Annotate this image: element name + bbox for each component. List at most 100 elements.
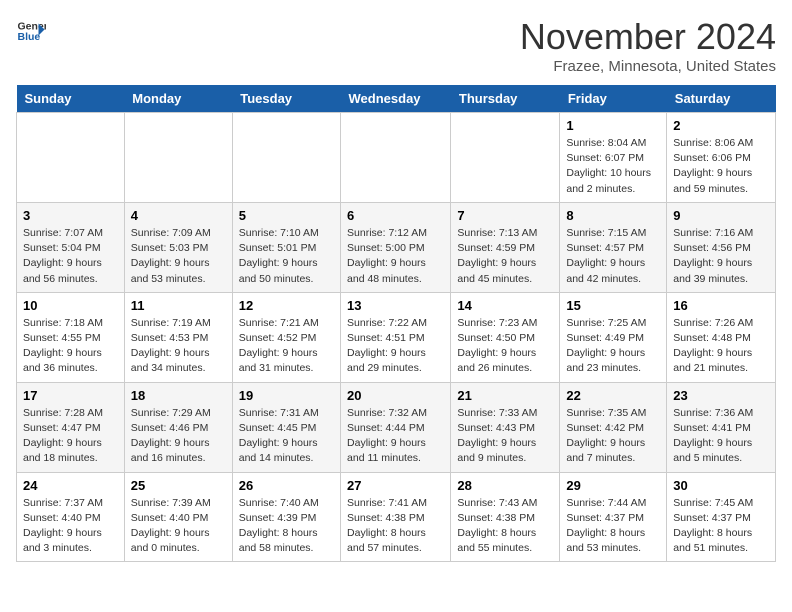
calendar-week-row: 24Sunrise: 7:37 AM Sunset: 4:40 PM Dayli… <box>17 472 776 562</box>
calendar-cell: 30 Sunrise: 7:45 AM Sunset: 4:37 PM Dayli… <box>667 472 776 562</box>
day-number: 17 <box>23 388 118 403</box>
calendar-cell <box>17 113 125 203</box>
calendar-cell: 18 Sunrise: 7:29 AM Sunset: 4:46 PM Dayli… <box>124 382 232 472</box>
calendar-cell: 5 Sunrise: 7:10 AM Sunset: 5:01 PM Daylig… <box>232 202 340 292</box>
calendar-week-row: 10 Sunrise: 7:18 AM Sunset: 4:55 PM Dayli… <box>17 292 776 382</box>
calendar-cell: 27 Sunrise: 7:41 AM Sunset: 4:38 PM Dayli… <box>341 472 451 562</box>
weekday-header-row: SundayMondayTuesdayWednesdayThursdayFrid… <box>17 85 776 113</box>
day-info: Sunrise: 8:04 AM Sunset: 6:07 PM Dayligh… <box>566 136 660 197</box>
calendar-cell: 7 Sunrise: 7:13 AM Sunset: 4:59 PM Daylig… <box>451 202 560 292</box>
calendar-cell: 6Sunrise: 7:12 AM Sunset: 5:00 PM Daylig… <box>341 202 451 292</box>
calendar-cell <box>124 113 232 203</box>
day-info: Sunrise: 7:33 AM Sunset: 4:43 PM Dayligh… <box>457 406 553 467</box>
weekday-header: Saturday <box>667 85 776 113</box>
calendar-cell: 4 Sunrise: 7:09 AM Sunset: 5:03 PM Daylig… <box>124 202 232 292</box>
day-number: 22 <box>566 388 660 403</box>
day-info: Sunrise: 7:45 AM Sunset: 4:37 PM Dayligh… <box>673 496 769 557</box>
calendar-cell: 12Sunrise: 7:21 AM Sunset: 4:52 PM Dayli… <box>232 292 340 382</box>
svg-text:Blue: Blue <box>18 31 41 43</box>
weekday-header: Monday <box>124 85 232 113</box>
calendar-cell: 16 Sunrise: 7:26 AM Sunset: 4:48 PM Dayli… <box>667 292 776 382</box>
day-number: 11 <box>131 298 226 313</box>
logo: General Blue <box>16 16 46 46</box>
day-info: Sunrise: 7:09 AM Sunset: 5:03 PM Dayligh… <box>131 226 226 287</box>
day-number: 20 <box>347 388 444 403</box>
day-number: 27 <box>347 478 444 493</box>
calendar-cell: 29 Sunrise: 7:44 AM Sunset: 4:37 PM Dayli… <box>560 472 667 562</box>
calendar-cell: 25 Sunrise: 7:39 AM Sunset: 4:40 PM Dayli… <box>124 472 232 562</box>
calendar-table: SundayMondayTuesdayWednesdayThursdayFrid… <box>16 85 776 562</box>
day-number: 7 <box>457 208 553 223</box>
calendar-cell: 20 Sunrise: 7:32 AM Sunset: 4:44 PM Dayli… <box>341 382 451 472</box>
day-info: Sunrise: 7:39 AM Sunset: 4:40 PM Dayligh… <box>131 496 226 557</box>
calendar-cell: 8Sunrise: 7:15 AM Sunset: 4:57 PM Daylig… <box>560 202 667 292</box>
calendar-cell: 17 Sunrise: 7:28 AM Sunset: 4:47 PM Dayli… <box>17 382 125 472</box>
calendar-week-row: 1 Sunrise: 8:04 AM Sunset: 6:07 PM Daylig… <box>17 113 776 203</box>
calendar-week-row: 3 Sunrise: 7:07 AM Sunset: 5:04 PM Daylig… <box>17 202 776 292</box>
calendar-cell <box>341 113 451 203</box>
calendar-cell: 19Sunrise: 7:31 AM Sunset: 4:45 PM Dayli… <box>232 382 340 472</box>
weekday-header: Friday <box>560 85 667 113</box>
calendar-cell: 9 Sunrise: 7:16 AM Sunset: 4:56 PM Daylig… <box>667 202 776 292</box>
day-info: Sunrise: 7:13 AM Sunset: 4:59 PM Dayligh… <box>457 226 553 287</box>
calendar-cell <box>232 113 340 203</box>
weekday-header: Sunday <box>17 85 125 113</box>
day-info: Sunrise: 7:15 AM Sunset: 4:57 PM Dayligh… <box>566 226 660 287</box>
calendar-cell <box>451 113 560 203</box>
day-number: 3 <box>23 208 118 223</box>
day-number: 12 <box>239 298 334 313</box>
day-number: 18 <box>131 388 226 403</box>
day-info: Sunrise: 7:28 AM Sunset: 4:47 PM Dayligh… <box>23 406 118 467</box>
day-number: 23 <box>673 388 769 403</box>
calendar-cell: 10 Sunrise: 7:18 AM Sunset: 4:55 PM Dayli… <box>17 292 125 382</box>
weekday-header: Thursday <box>451 85 560 113</box>
day-number: 26 <box>239 478 334 493</box>
day-info: Sunrise: 7:29 AM Sunset: 4:46 PM Dayligh… <box>131 406 226 467</box>
location-subtitle: Frazee, Minnesota, United States <box>520 58 776 75</box>
day-number: 5 <box>239 208 334 223</box>
day-info: Sunrise: 7:12 AM Sunset: 5:00 PM Dayligh… <box>347 226 444 287</box>
day-info: Sunrise: 7:26 AM Sunset: 4:48 PM Dayligh… <box>673 316 769 377</box>
day-number: 13 <box>347 298 444 313</box>
day-number: 2 <box>673 118 769 133</box>
day-number: 1 <box>566 118 660 133</box>
calendar-cell: 24Sunrise: 7:37 AM Sunset: 4:40 PM Dayli… <box>17 472 125 562</box>
day-number: 29 <box>566 478 660 493</box>
logo-icon: General Blue <box>16 16 46 46</box>
day-info: Sunrise: 7:16 AM Sunset: 4:56 PM Dayligh… <box>673 226 769 287</box>
calendar-cell: 1 Sunrise: 8:04 AM Sunset: 6:07 PM Daylig… <box>560 113 667 203</box>
day-info: Sunrise: 7:40 AM Sunset: 4:39 PM Dayligh… <box>239 496 334 557</box>
header: General Blue November 2024 Frazee, Minne… <box>16 16 776 75</box>
calendar-cell: 14Sunrise: 7:23 AM Sunset: 4:50 PM Dayli… <box>451 292 560 382</box>
day-info: Sunrise: 7:43 AM Sunset: 4:38 PM Dayligh… <box>457 496 553 557</box>
calendar-cell: 21Sunrise: 7:33 AM Sunset: 4:43 PM Dayli… <box>451 382 560 472</box>
day-info: Sunrise: 7:32 AM Sunset: 4:44 PM Dayligh… <box>347 406 444 467</box>
day-number: 28 <box>457 478 553 493</box>
day-number: 15 <box>566 298 660 313</box>
day-number: 16 <box>673 298 769 313</box>
calendar-cell: 22 Sunrise: 7:35 AM Sunset: 4:42 PM Dayli… <box>560 382 667 472</box>
day-info: Sunrise: 7:22 AM Sunset: 4:51 PM Dayligh… <box>347 316 444 377</box>
day-info: Sunrise: 7:35 AM Sunset: 4:42 PM Dayligh… <box>566 406 660 467</box>
day-info: Sunrise: 7:36 AM Sunset: 4:41 PM Dayligh… <box>673 406 769 467</box>
calendar-cell: 23 Sunrise: 7:36 AM Sunset: 4:41 PM Dayli… <box>667 382 776 472</box>
day-number: 25 <box>131 478 226 493</box>
day-number: 30 <box>673 478 769 493</box>
calendar-cell: 26 Sunrise: 7:40 AM Sunset: 4:39 PM Dayli… <box>232 472 340 562</box>
calendar-cell: 3 Sunrise: 7:07 AM Sunset: 5:04 PM Daylig… <box>17 202 125 292</box>
day-number: 14 <box>457 298 553 313</box>
weekday-header: Wednesday <box>341 85 451 113</box>
day-info: Sunrise: 7:41 AM Sunset: 4:38 PM Dayligh… <box>347 496 444 557</box>
day-info: Sunrise: 7:44 AM Sunset: 4:37 PM Dayligh… <box>566 496 660 557</box>
day-number: 9 <box>673 208 769 223</box>
day-info: Sunrise: 7:19 AM Sunset: 4:53 PM Dayligh… <box>131 316 226 377</box>
day-info: Sunrise: 7:10 AM Sunset: 5:01 PM Dayligh… <box>239 226 334 287</box>
day-number: 10 <box>23 298 118 313</box>
calendar-cell: 2Sunrise: 8:06 AM Sunset: 6:06 PM Daylig… <box>667 113 776 203</box>
day-number: 4 <box>131 208 226 223</box>
day-info: Sunrise: 7:37 AM Sunset: 4:40 PM Dayligh… <box>23 496 118 557</box>
day-info: Sunrise: 7:18 AM Sunset: 4:55 PM Dayligh… <box>23 316 118 377</box>
title-area: November 2024 Frazee, Minnesota, United … <box>520 16 776 75</box>
calendar-week-row: 17 Sunrise: 7:28 AM Sunset: 4:47 PM Dayli… <box>17 382 776 472</box>
day-info: Sunrise: 7:07 AM Sunset: 5:04 PM Dayligh… <box>23 226 118 287</box>
